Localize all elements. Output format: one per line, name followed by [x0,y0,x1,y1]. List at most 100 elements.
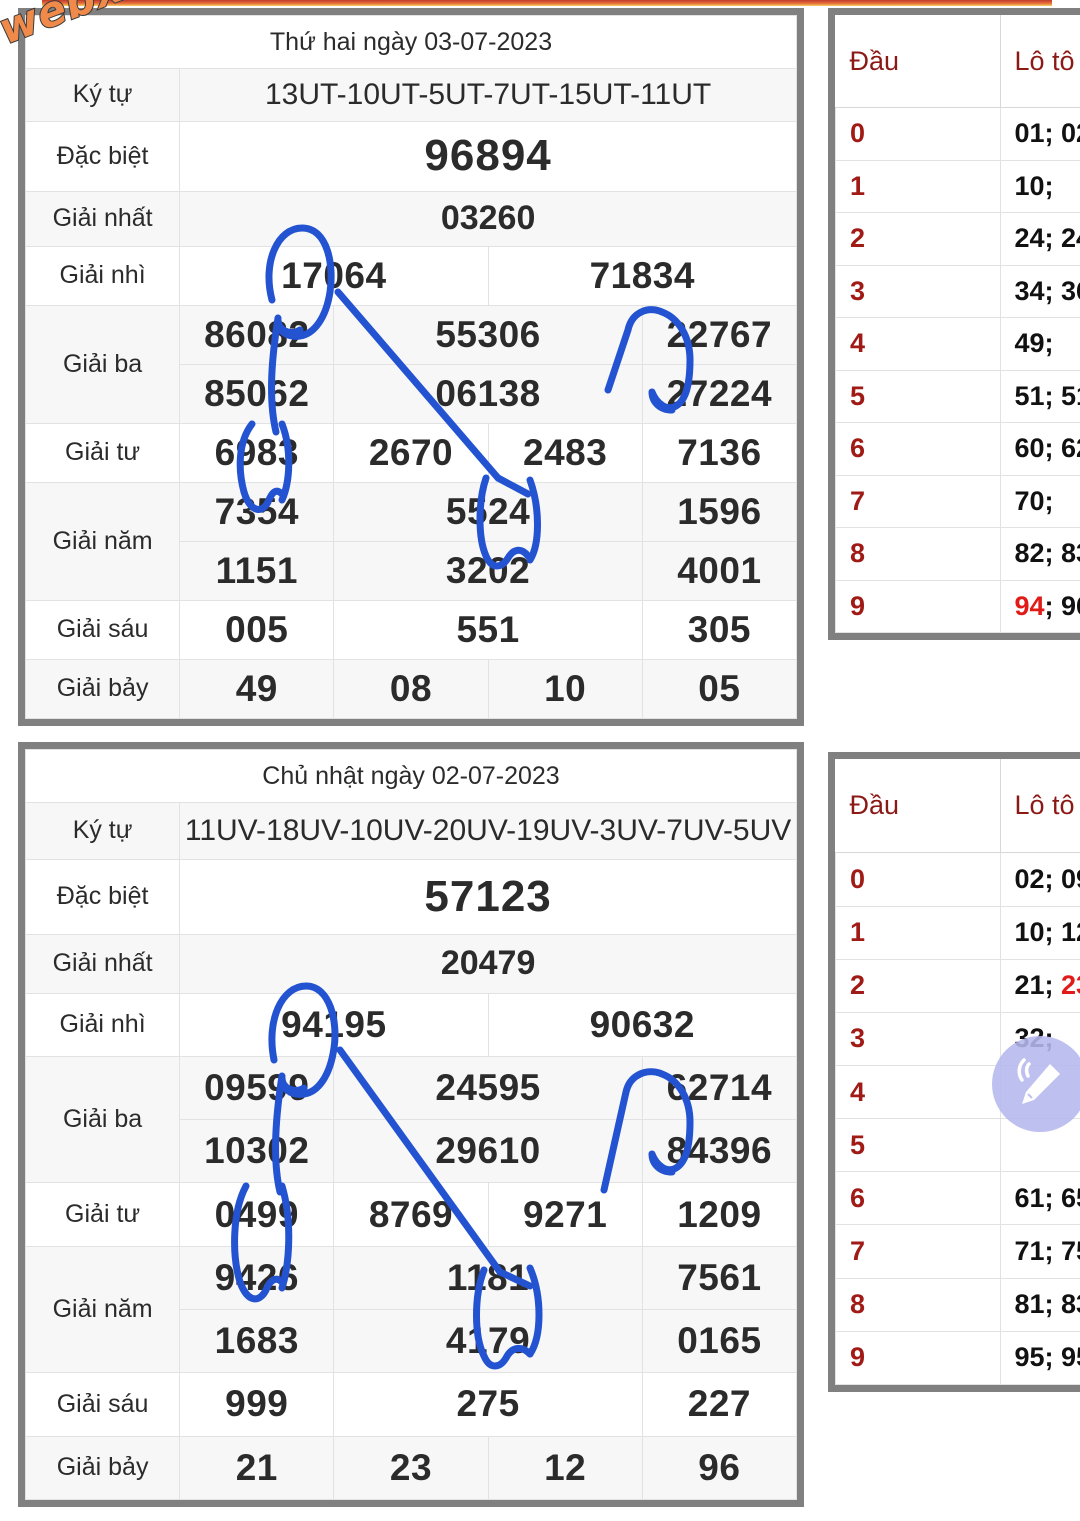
value-giai-bay-4: 05 [641,658,798,720]
loto-numbers-cell: 49; [999,317,1080,371]
table-row-giai-nhat: Giải nhất 03260 [24,190,797,247]
label-giai-nhat: Giải nhất [24,190,181,247]
value-giai-bay-2: 08 [333,658,489,720]
value-giai-ba-4: 85062 [179,363,335,424]
loto-row: 002; 09; [835,852,1080,907]
loto-dau-cell: 0 [835,852,1001,907]
loto-body: 001; 02; 05110;224; 24;334; 36; 38449;55… [835,107,1080,633]
label-giai-nam: Giải năm [24,481,181,601]
loto-header-loto: Lô tô [1000,15,1080,109]
table-row-date: Thứ hai ngày 03-07-2023 [25,15,797,69]
value-giai-sau-2: 551 [333,599,643,660]
loto-dau-cell: 1 [835,159,1001,214]
label-giai-sau: Giải sáu [24,1372,181,1437]
loto-numbers-cell: 01; 02; 05 [999,107,1080,161]
loto-numbers-cell: 70; [999,474,1080,529]
label-dac-biet: Đặc biệt [24,858,181,935]
label-giai-bay: Giải bảy [24,1435,181,1501]
value-giai-nam-5: 4179 [333,1309,643,1374]
value-giai-nam-1: 7354 [179,481,335,542]
value-giai-sau-1: 999 [179,1372,335,1437]
label-giai-nhi: Giải nhì [24,245,181,306]
loto-header-row: Đầu Lô tô [835,759,1080,854]
value-giai-ba-5: 29610 [333,1119,643,1184]
loto-row: 334; 36; 38 [835,264,1080,319]
loto-dau-cell: 3 [835,264,1001,319]
label-giai-tu: Giải tư [24,422,181,483]
value-giai-bay-1: 49 [179,658,335,720]
table-row-kytu: Ký tự 11UV-18UV-10UV-20UV-19UV-3UV-7UV-5… [24,802,797,860]
loto-dau-cell: 8 [835,1277,1001,1332]
loto-numbers-cell: 24; 24; [999,212,1080,266]
label-giai-tu: Giải tư [24,1182,181,1247]
value-giai-ba-2: 55306 [333,304,643,365]
table-row-giai-nhi: Giải nhì 94195 90632 [24,992,798,1057]
loto-dau-cell: 6 [835,422,1001,476]
label-giai-nhi: Giải nhì [24,992,181,1057]
loto-dau-cell: 2 [835,212,1001,266]
loto-numbers-cell: 94; 96; [999,579,1080,633]
loto-row: 994; 96; [835,579,1080,633]
value-giai-nam-1: 9426 [179,1245,335,1311]
loto-highlight: 23 [1061,970,1080,1001]
value-giai-tu-2: 2670 [333,422,489,483]
loto-numbers-cell: 81; 83; [999,1277,1080,1332]
table-row-giai-tu: Giải tư 6983 2670 2483 7136 [24,422,798,483]
value-giai-ba-1: 09599 [179,1055,335,1121]
loto-dau-cell: 4 [835,1064,1001,1120]
value-ky-tu: 13UT-10UT-5UT-7UT-15UT-11UT [179,68,797,122]
loto-dau-cell: 7 [835,474,1001,529]
loto-dau-cell: 0 [835,107,1001,161]
loto-row: 881; 83; [835,1277,1080,1332]
loto-row: 661; 65; 69 [835,1171,1080,1226]
label-giai-ba: Giải ba [24,1055,181,1184]
loto-row: 771; 75; 79 [835,1224,1080,1279]
loto-dau-cell: 9 [835,1330,1001,1385]
table-row-giai-bay: Giải bảy 21 23 12 96 [24,1435,798,1501]
pen-edit-badge[interactable] [992,1036,1080,1132]
loto-row: 551; 51; 54 [835,369,1080,424]
loto-header-dau: Đầu [835,759,1001,854]
value-giai-tu-1: 0499 [179,1182,335,1247]
value-giai-nhi-1: 17064 [179,245,489,306]
loto-row: 4 49; [835,317,1080,371]
table-row-giai-sau: Giải sáu 005 551 305 [24,599,798,660]
value-giai-ba-4: 10302 [179,1119,335,1184]
loto-table: Đầu Lô tô 001; 02; 05110;224; 24;334; 36… [835,15,1080,633]
result-table-day-2: Chủ nhật ngày 02-07-2023 Ký tự 11UV-18UV… [18,742,804,1507]
table-row-dac-biet: Đặc biệt 57123 [24,858,797,935]
loto-dau-cell: 4 [835,317,1001,371]
loto-numbers-cell: 10; [999,159,1080,214]
value-giai-tu-4: 7136 [641,422,798,483]
loto-dau-cell: 2 [835,958,1001,1013]
loto-header-dau: Đầu [835,15,1001,109]
value-giai-bay-3: 10 [487,658,643,720]
loto-numbers-cell: 51; 51; 54 [999,369,1080,424]
loto-row: 882; 83; 83 [835,527,1080,581]
value-giai-tu-3: 2483 [487,422,643,483]
value-giai-nam-4: 1151 [179,540,335,601]
top-banner-strip [42,0,1052,6]
value-giai-nam-3: 1596 [641,481,798,542]
value-giai-nhi-2: 71834 [487,245,798,306]
result-date: Chủ nhật ngày 02-07-2023 [25,749,797,803]
loto-numbers-cell: 10; 12; 14 [999,905,1080,960]
value-giai-bay-4: 96 [641,1435,798,1501]
table-row-giai-bay: Giải bảy 49 08 10 05 [24,658,798,720]
table-row-dac-biet: Đặc biệt 96894 [24,120,797,192]
label-ky-tu: Ký tự [24,802,181,860]
value-giai-ba-3: 62714 [641,1055,798,1121]
table-row-giai-nhi: Giải nhì 17064 71834 [24,245,798,306]
value-giai-nam-5: 3202 [333,540,643,601]
table-row-giai-tu: Giải tư 0499 8769 9271 1209 [24,1182,798,1247]
loto-row: 995; 95; 96 [835,1330,1080,1385]
loto-numbers-cell: 02; 09; [999,852,1080,907]
label-giai-sau: Giải sáu [24,599,181,660]
loto-row: 221; 23; 23 [835,958,1080,1013]
label-giai-bay: Giải bảy [24,658,181,720]
loto-row: 1 10; [835,159,1080,214]
loto-numbers-cell: 82; 83; 83 [999,527,1080,581]
loto-row: 110; 12; 14 [835,905,1080,960]
loto-highlight: 94 [1014,590,1045,621]
loto-row: 001; 02; 05 [835,107,1080,161]
